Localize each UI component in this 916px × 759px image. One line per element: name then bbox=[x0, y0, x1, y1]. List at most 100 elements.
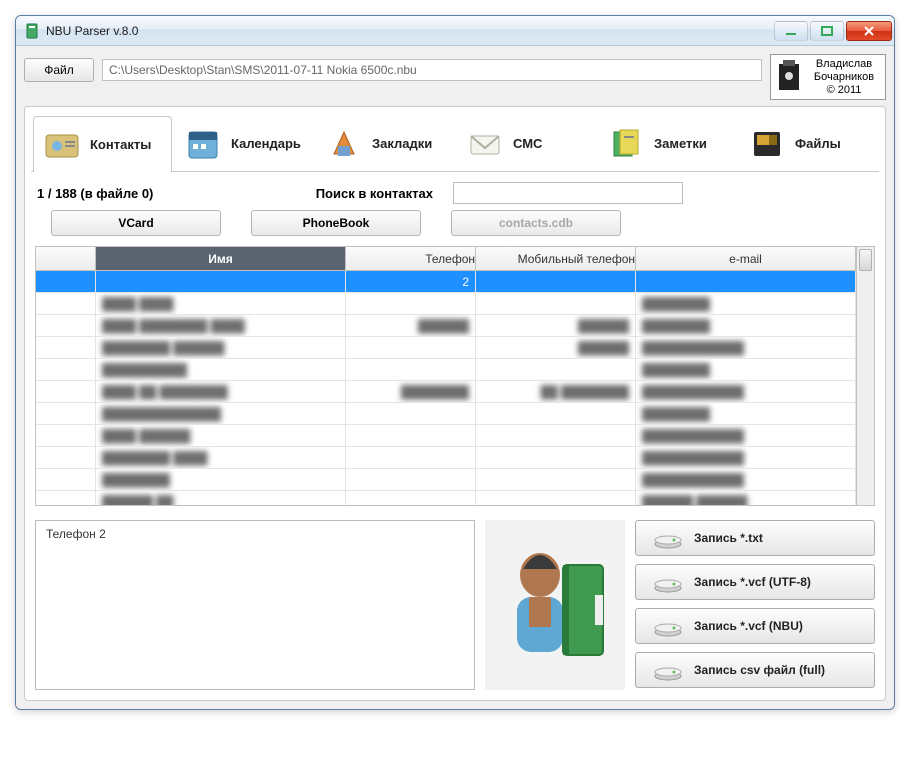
table-cell bbox=[476, 491, 636, 505]
table-cell bbox=[36, 293, 96, 314]
table-cell bbox=[346, 337, 476, 358]
table-cell bbox=[36, 425, 96, 446]
table-row[interactable]: ████████████████████ bbox=[36, 469, 856, 491]
table-row[interactable]: ██████ ████████ ██████ bbox=[36, 491, 856, 505]
subtab-contactsdb[interactable]: contacts.cdb bbox=[451, 210, 621, 236]
export-csv-button[interactable]: Запись csv файл (full) bbox=[635, 652, 875, 688]
crest-icon bbox=[775, 58, 803, 96]
branding-line3: © 2011 bbox=[807, 84, 881, 97]
export-txt-label: Запись *.txt bbox=[694, 531, 763, 545]
table-cell bbox=[36, 359, 96, 380]
table-cell bbox=[476, 271, 636, 292]
table-row[interactable]: ██████████████████████ bbox=[36, 403, 856, 425]
table-row[interactable]: ████ ████████ ████████████████████████ bbox=[36, 315, 856, 337]
titlebar: NBU Parser v.8.0 bbox=[16, 16, 894, 46]
notes-icon bbox=[606, 124, 646, 164]
grid-header-email[interactable]: e-mail bbox=[636, 247, 856, 270]
tab-files[interactable]: Файлы bbox=[738, 115, 877, 171]
table-row[interactable]: ██████████████████ bbox=[36, 359, 856, 381]
table-cell bbox=[636, 271, 856, 292]
table-cell bbox=[476, 447, 636, 468]
grid-header-blank[interactable] bbox=[36, 247, 96, 270]
table-cell bbox=[476, 403, 636, 424]
table-cell: ████ ████████ ████ bbox=[96, 315, 346, 336]
file-menu-button[interactable]: Файл bbox=[24, 58, 94, 82]
table-cell: ████ ██████ bbox=[96, 425, 346, 446]
table-cell: ██████ ██████ bbox=[636, 491, 856, 505]
tab-contacts[interactable]: Контакты bbox=[33, 116, 172, 172]
main-panel: Контакты Календарь Закладки СМС Заметки bbox=[24, 106, 886, 701]
table-cell: ████████ ██████ bbox=[96, 337, 346, 358]
grid-scroll-thumb[interactable] bbox=[859, 249, 872, 271]
table-cell bbox=[346, 425, 476, 446]
table-cell bbox=[36, 469, 96, 490]
table-cell: ████████████ bbox=[636, 447, 856, 468]
grid-header-name[interactable]: Имя bbox=[96, 247, 346, 270]
table-cell bbox=[36, 491, 96, 505]
table-cell: ██████████████ bbox=[96, 403, 346, 424]
table-row[interactable]: 2 bbox=[36, 271, 856, 293]
export-vcf-nbu-button[interactable]: Запись *.vcf (NBU) bbox=[635, 608, 875, 644]
minimize-button[interactable] bbox=[774, 21, 808, 41]
close-button[interactable] bbox=[846, 21, 892, 41]
table-row[interactable]: ████████ ████████████████ bbox=[36, 447, 856, 469]
tab-sms-label: СМС bbox=[513, 136, 542, 151]
table-cell bbox=[36, 447, 96, 468]
tab-calendar-label: Календарь bbox=[231, 136, 301, 151]
table-cell: ████████ bbox=[636, 315, 856, 336]
tab-files-label: Файлы bbox=[795, 136, 841, 151]
table-cell: ██████ bbox=[476, 337, 636, 358]
subtab-phonebook[interactable]: PhoneBook bbox=[251, 210, 421, 236]
window-title: NBU Parser v.8.0 bbox=[46, 24, 772, 38]
table-cell bbox=[476, 425, 636, 446]
tab-notes[interactable]: Заметки bbox=[597, 115, 736, 171]
table-cell: ████████ bbox=[636, 293, 856, 314]
file-path-input[interactable] bbox=[102, 59, 762, 81]
status-count: 1 / 188 (в файле 0) bbox=[37, 186, 153, 201]
bookmarks-icon bbox=[324, 124, 364, 164]
maximize-button[interactable] bbox=[810, 21, 844, 41]
tab-calendar[interactable]: Календарь bbox=[174, 115, 313, 171]
table-cell: ████████ bbox=[96, 469, 346, 490]
grid-scrollbar[interactable] bbox=[856, 247, 874, 505]
table-cell: ████████ bbox=[636, 403, 856, 424]
tab-bookmarks[interactable]: Закладки bbox=[315, 115, 454, 171]
table-row[interactable]: ████ ██████████████████ bbox=[36, 425, 856, 447]
calendar-icon bbox=[183, 124, 223, 164]
export-vcf-utf8-label: Запись *.vcf (UTF-8) bbox=[694, 575, 811, 589]
table-cell bbox=[36, 381, 96, 402]
table-cell bbox=[346, 359, 476, 380]
contact-avatar bbox=[485, 520, 625, 690]
search-label: Поиск в контактах bbox=[316, 186, 433, 201]
table-row[interactable]: ████ ██ ██████████████████ █████████████… bbox=[36, 381, 856, 403]
table-cell: ████████ bbox=[346, 381, 476, 402]
table-cell: 2 bbox=[346, 271, 476, 292]
table-cell bbox=[346, 403, 476, 424]
table-cell: ██████ bbox=[476, 315, 636, 336]
grid-header-phone[interactable]: Телефон bbox=[346, 247, 476, 270]
files-icon bbox=[747, 124, 787, 164]
table-cell bbox=[346, 469, 476, 490]
export-txt-button[interactable]: Запись *.txt bbox=[635, 520, 875, 556]
search-input[interactable] bbox=[453, 182, 683, 204]
category-tabs: Контакты Календарь Закладки СМС Заметки bbox=[31, 113, 879, 172]
drive-icon bbox=[654, 571, 682, 593]
table-cell bbox=[36, 403, 96, 424]
table-row[interactable]: ████ ████ ████████ bbox=[36, 293, 856, 315]
table-cell: ████ ████ bbox=[96, 293, 346, 314]
tab-sms[interactable]: СМС bbox=[456, 115, 595, 171]
table-cell bbox=[476, 293, 636, 314]
table-cell bbox=[96, 271, 346, 292]
table-cell bbox=[346, 293, 476, 314]
export-vcf-utf8-button[interactable]: Запись *.vcf (UTF-8) bbox=[635, 564, 875, 600]
table-row[interactable]: ████████ ████████████████████████ bbox=[36, 337, 856, 359]
subtab-vcard[interactable]: VCard bbox=[51, 210, 221, 236]
contacts-icon bbox=[42, 125, 82, 165]
app-window: NBU Parser v.8.0 Файл Владислав Бочарник… bbox=[15, 15, 895, 710]
branding-line1: Владислав bbox=[807, 58, 881, 71]
grid-header-mobile[interactable]: Мобильный телефон bbox=[476, 247, 636, 270]
drive-icon bbox=[654, 527, 682, 549]
branding-line2: Бочарников bbox=[807, 71, 881, 84]
tab-bookmarks-label: Закладки bbox=[372, 136, 432, 151]
sms-icon bbox=[465, 124, 505, 164]
